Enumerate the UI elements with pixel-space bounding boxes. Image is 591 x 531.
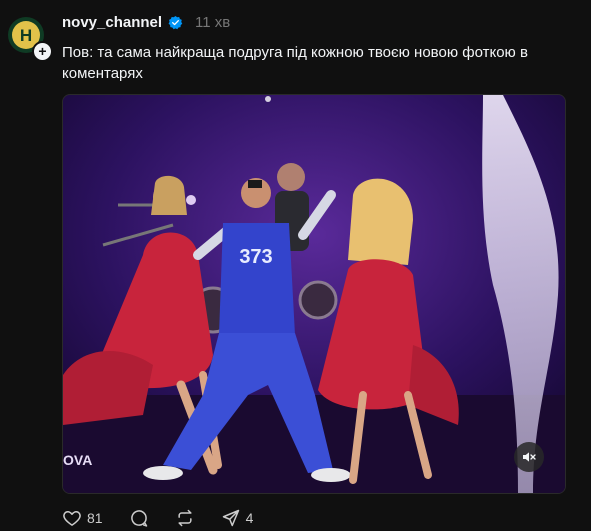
- repost-button[interactable]: [175, 506, 195, 530]
- mute-button[interactable]: [514, 442, 544, 472]
- volume-muted-icon: [523, 452, 536, 462]
- video-frame: 373: [63, 95, 565, 493]
- timestamp[interactable]: 11 хв: [195, 14, 230, 31]
- comment-icon: [130, 510, 147, 527]
- post-text: Пов: та сама найкраща подруга під кожною…: [62, 44, 528, 82]
- like-button[interactable]: 81: [62, 506, 103, 530]
- post-video[interactable]: 373 OVA: [62, 94, 566, 494]
- like-count: 81: [87, 510, 103, 526]
- video-caption: OVA: [63, 452, 93, 468]
- comment-button[interactable]: [129, 506, 149, 530]
- post-actions: 81 4: [62, 506, 253, 530]
- repost-icon: [177, 509, 192, 527]
- heart-icon: [63, 511, 81, 526]
- svg-text:373: 373: [239, 246, 272, 268]
- avatar-letter: H: [19, 25, 33, 45]
- verified-icon: [168, 15, 183, 30]
- share-count: 4: [245, 510, 254, 526]
- post-header: novy_channel 11 хв: [62, 14, 230, 31]
- send-icon: [222, 509, 239, 527]
- username[interactable]: novy_channel: [62, 14, 162, 31]
- share-button[interactable]: 4: [221, 506, 254, 530]
- follow-plus-icon[interactable]: +: [32, 41, 53, 62]
